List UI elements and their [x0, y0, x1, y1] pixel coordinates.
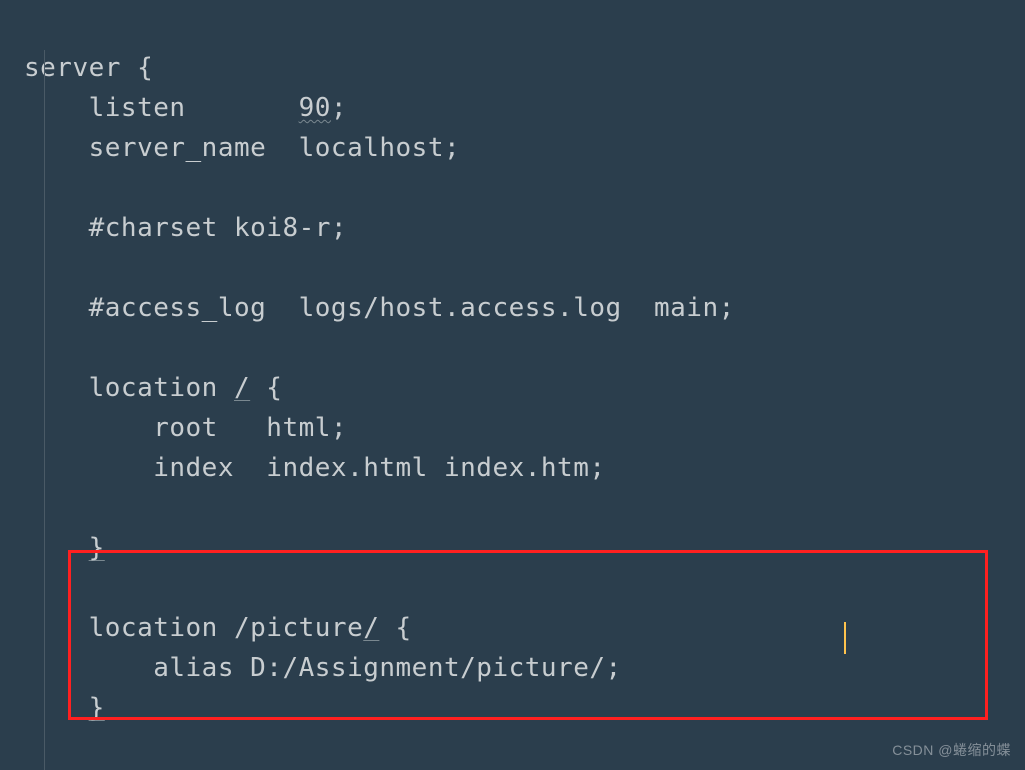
code-line: alias D:/Assignment/picture/; [24, 653, 622, 683]
text-cursor [844, 622, 846, 654]
code-line: #charset koi8-r; [24, 213, 347, 243]
code-line: server_name localhost; [24, 133, 460, 163]
code-block: server { listen 90; server_name localhos… [0, 0, 1025, 728]
code-line: #access_log logs/host.access.log main; [24, 293, 735, 323]
watermark-text: CSDN @蜷缩的蝶 [892, 740, 1011, 760]
code-line: location / { [24, 373, 282, 403]
code-line: listen 90; [24, 93, 347, 123]
indent-guide [44, 50, 45, 770]
code-line: } [24, 693, 105, 723]
code-line: location /picture/ { [24, 613, 412, 643]
code-line: index index.html index.htm; [24, 453, 606, 483]
code-line: root html; [24, 413, 347, 443]
code-line: } [24, 533, 105, 563]
